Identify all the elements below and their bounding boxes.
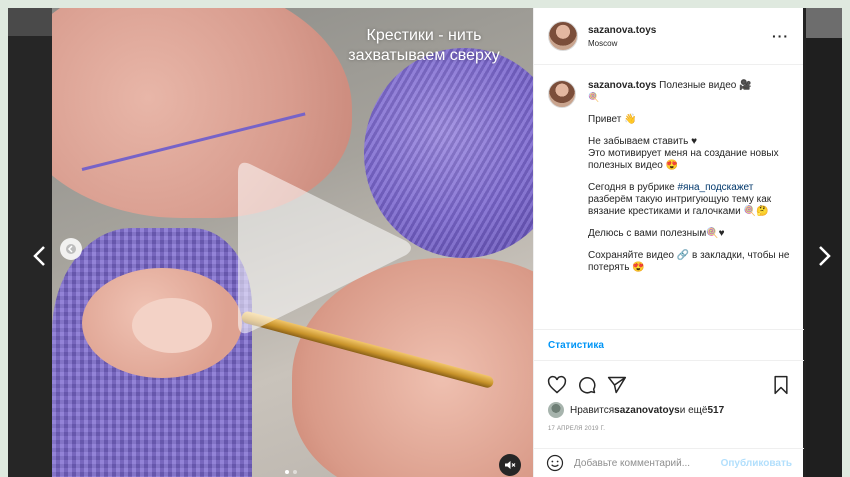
avatar[interactable] — [548, 21, 578, 51]
caption-scroll-area[interactable]: sazanova.toys Полезные видео 🎥 🍭 Привет … — [534, 66, 804, 329]
background-feed-left — [8, 8, 52, 477]
liker-username[interactable]: sazanovatoys — [614, 405, 680, 416]
comment-form: Опубликовать — [534, 448, 804, 477]
heart-icon — [547, 375, 567, 394]
overlay-line-2: захватываем сверху — [348, 47, 500, 64]
header-text: sazanova.toys Moscow — [588, 25, 772, 48]
caption-title: sazanova.toys Полезные видео 🎥 🍭 — [588, 80, 790, 104]
like-button[interactable] — [546, 374, 568, 396]
carousel-dot — [293, 470, 297, 474]
muted-speaker-icon — [505, 461, 516, 469]
send-icon — [607, 376, 627, 394]
statistics-link[interactable]: Статистика — [534, 329, 804, 361]
caption-line-2: Это мотивирует меня на создание новых по… — [588, 148, 779, 171]
background-feed-right — [806, 8, 842, 477]
post-header: sazanova.toys Moscow ··· — [534, 8, 803, 65]
post-side-panel: sazanova.toys Moscow ··· sazanova.toys П… — [533, 8, 804, 477]
chevron-left-icon[interactable] — [30, 244, 50, 268]
caption-title-emoji: 🍭 — [588, 93, 600, 103]
likes-prefix: Нравится — [570, 404, 615, 416]
comment-input[interactable] — [574, 457, 721, 469]
likes-count[interactable]: 517 — [707, 405, 724, 416]
liker-avatar — [548, 402, 564, 418]
more-options-button[interactable]: ··· — [772, 28, 789, 44]
save-button[interactable] — [770, 374, 792, 396]
caption-line-1: Не забываем ставить ♥ — [588, 136, 698, 147]
share-button[interactable] — [606, 374, 628, 396]
comment-button[interactable] — [576, 374, 598, 396]
overlay-line-1: Крестики - нить — [366, 27, 482, 44]
likes-middle: и ещё — [679, 404, 708, 416]
caption-rubric-before: Сегодня в рубрике — [588, 182, 678, 193]
chevron-right-icon[interactable] — [814, 244, 834, 268]
likes-summary[interactable]: Нравится sazanovatoys и ещё 517 — [548, 402, 724, 418]
caption-paragraph-2: Сегодня в рубрике #яна_подскажет разберё… — [588, 182, 790, 218]
smiley-icon[interactable] — [546, 454, 564, 472]
nail-image — [132, 298, 212, 353]
caption-username[interactable]: sazanova.toys — [588, 80, 656, 91]
mute-button[interactable] — [499, 454, 521, 476]
caption-greeting: Привет 👋 — [588, 114, 637, 125]
post-video[interactable]: Крестики - нить захватываем сверху — [52, 8, 533, 477]
caption-title-text: Полезные видео 🎥 — [659, 80, 752, 91]
hashtag-link[interactable]: #яна_подскажет — [677, 182, 753, 193]
publish-button[interactable]: Опубликовать — [721, 458, 792, 469]
caption-avatar[interactable] — [548, 80, 576, 108]
caption: sazanova.toys Полезные видео 🎥 🍭 Привет … — [548, 80, 790, 284]
username-link[interactable]: sazanova.toys — [588, 25, 772, 36]
carousel-indicator — [285, 470, 297, 474]
caption-paragraph-1: Не забываем ставить ♥ Это мотивирует мен… — [588, 136, 790, 172]
video-overlay-text: Крестики - нить захватываем сверху — [324, 26, 524, 66]
bookmark-icon — [774, 375, 788, 395]
caption-rubric-after: разберём такую интригующую тему как вяза… — [588, 194, 772, 217]
caption-share: Делюсь с вами полезным🍭♥ — [588, 228, 725, 239]
post-date[interactable]: 17 АПРЕЛЯ 2019 Г. — [548, 426, 605, 432]
caption-body: sazanova.toys Полезные видео 🎥 🍭 Привет … — [588, 80, 790, 284]
location-link[interactable]: Moscow — [588, 39, 772, 48]
play-icon[interactable] — [228, 153, 418, 343]
comment-icon — [579, 377, 596, 394]
carousel-dot-active — [285, 470, 289, 474]
chevron-left-icon — [66, 244, 76, 254]
caption-save: Сохраняйте видео 🔗 в закладки, чтобы не … — [588, 250, 790, 273]
carousel-prev-button[interactable] — [60, 238, 82, 260]
post-actions — [534, 372, 804, 398]
